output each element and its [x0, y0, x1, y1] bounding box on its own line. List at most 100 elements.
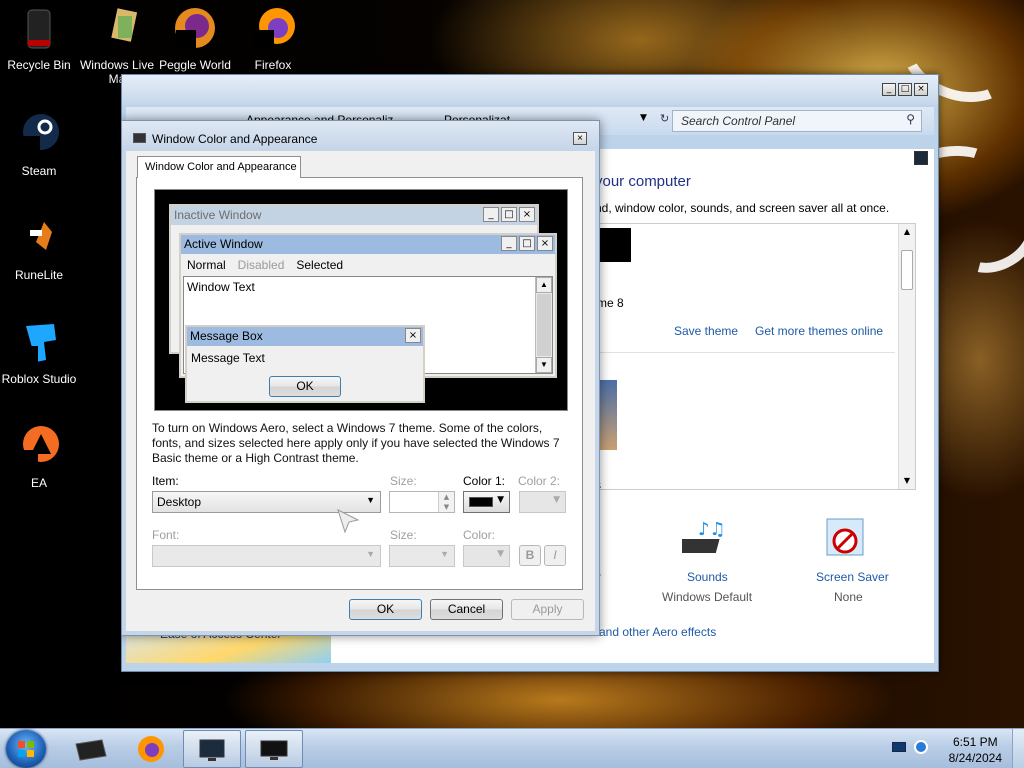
refresh-icon[interactable]: ↻ — [660, 112, 669, 125]
message-box-preview[interactable]: Message Box × Message Text OK — [185, 325, 425, 403]
scroll-down-arrow[interactable]: ▼ — [899, 473, 915, 489]
search-icon: ⚲ — [906, 112, 915, 126]
font-label: Font: — [152, 528, 180, 542]
monitor-icon — [199, 739, 225, 761]
chevron-down-icon: ▼ — [366, 549, 375, 559]
monitor-icon — [133, 133, 146, 143]
color1-label: Color 1: — [463, 474, 506, 488]
close-icon: × — [537, 236, 553, 251]
dialog-body: Window Color and Appearance Inactive Win… — [126, 151, 595, 631]
start-button[interactable] — [6, 730, 46, 768]
theme-thumbnail[interactable] — [599, 228, 631, 262]
desktop-icon-ea[interactable]: EA — [0, 424, 78, 490]
get-more-themes-link[interactable]: Get more themes online — [755, 324, 883, 338]
appearance-preview[interactable]: Inactive Window _ □ × Active Window _ □ … — [154, 189, 568, 411]
taskbar-window-color[interactable] — [245, 730, 303, 768]
chevron-down-icon: ▼ — [366, 495, 375, 505]
show-desktop-button[interactable] — [1012, 729, 1024, 768]
firefox-icon — [250, 6, 296, 52]
monitor-icon — [260, 740, 288, 760]
taskbar-firefox[interactable] — [122, 730, 180, 768]
ok-button[interactable]: OK — [349, 599, 422, 620]
divider — [595, 352, 895, 353]
roblox-studio-icon — [16, 320, 62, 366]
mouse-cursor-icon — [336, 508, 360, 534]
screen-saver-icon[interactable] — [823, 515, 867, 563]
item-size-stepper[interactable]: ▲ ▼ — [389, 491, 455, 513]
message-text: Message Text — [191, 351, 265, 365]
peggle-icon — [172, 6, 218, 52]
scroll-down-arrow[interactable]: ▼ — [536, 357, 552, 373]
italic-toggle[interactable]: I — [544, 545, 566, 566]
maximize-icon: □ — [501, 207, 517, 222]
minimize-icon: _ — [501, 236, 517, 251]
page-subheading: nd, window color, sounds, and screen sav… — [595, 201, 890, 215]
item-label: Item: — [152, 474, 179, 488]
help-icon[interactable] — [914, 151, 928, 165]
font-size-dropdown[interactable]: ▼ — [389, 545, 455, 567]
desktop-icon-recycle-bin[interactable]: Recycle Bin — [0, 6, 78, 72]
font-size-label: Size: — [390, 528, 417, 542]
screen-saver-value: None — [834, 590, 863, 604]
window-color-dialog: Window Color and Appearance × Window Col… — [121, 120, 600, 636]
desktop-icon-runelite[interactable]: RuneLite — [0, 216, 78, 282]
ea-icon — [16, 424, 62, 470]
screen-saver-link[interactable]: Screen Saver — [816, 570, 889, 584]
apply-button[interactable]: Apply — [511, 599, 584, 620]
aero-description: To turn on Windows Aero, select a Window… — [152, 421, 560, 465]
windows-logo-icon — [18, 741, 34, 757]
sounds-icon[interactable]: ♪♫ — [675, 515, 732, 565]
maximize-button[interactable]: □ — [898, 83, 912, 96]
page-heading: your computer — [595, 173, 691, 190]
message-box-ok-button[interactable]: OK — [269, 376, 341, 397]
clock[interactable]: 6:51 PM 8/24/2024 — [949, 734, 1002, 766]
close-button[interactable]: × — [573, 132, 587, 145]
color1-picker[interactable]: ▼ — [463, 491, 510, 513]
sounds-link[interactable]: Sounds — [687, 570, 728, 584]
save-theme-link[interactable]: Save theme — [674, 324, 738, 338]
search-input[interactable]: Search Control Panel ⚲ — [672, 110, 922, 132]
menu-disabled[interactable]: Disabled — [232, 256, 291, 274]
desktop-icon-steam[interactable]: Steam — [0, 112, 78, 178]
dialog-titlebar[interactable]: Window Color and Appearance × — [122, 121, 599, 149]
bluetooth-icon[interactable] — [914, 740, 928, 754]
scroll-up-arrow[interactable]: ▲ — [899, 224, 915, 240]
font-color-picker[interactable]: ▼ — [463, 545, 510, 567]
scroll-thumb[interactable] — [537, 294, 551, 356]
tab-window-color[interactable]: Window Color and Appearance — [137, 156, 301, 178]
clock-time: 6:51 PM — [952, 735, 998, 749]
minimize-button[interactable]: _ — [882, 83, 896, 96]
bold-toggle[interactable]: B — [519, 545, 541, 566]
themes-scrollbar[interactable]: ▲ ▼ — [898, 224, 915, 489]
maximize-icon: □ — [519, 236, 535, 251]
clock-date: 8/24/2024 — [948, 751, 1002, 765]
color2-picker[interactable]: ▼ — [519, 491, 566, 513]
chevron-down-icon[interactable]: ▼ — [640, 113, 647, 123]
desktop-icon-roblox-studio[interactable]: Roblox Studio — [0, 320, 78, 386]
themes-list[interactable]: me 8 Save theme Get more themes online s… — [594, 223, 916, 492]
menu-selected[interactable]: Selected — [290, 256, 349, 274]
desktop-icon-firefox[interactable]: Firefox — [234, 6, 312, 72]
theme-thumbnail[interactable] — [597, 380, 617, 450]
network-icon[interactable] — [892, 742, 906, 752]
desktop-icon-peggle[interactable]: Peggle World — [156, 6, 234, 72]
dialog-title: Window Color and Appearance — [152, 132, 318, 146]
preview-menu: Normal Disabled Selected — [181, 256, 555, 274]
preview-scrollbar[interactable]: ▲ ▼ — [535, 277, 552, 373]
cancel-button[interactable]: Cancel — [430, 599, 503, 620]
control-panel-titlebar: _ □ × — [122, 75, 938, 105]
close-icon: × — [405, 328, 421, 343]
sounds-value: Windows Default — [662, 590, 753, 604]
taskbar-control-panel[interactable] — [183, 730, 241, 768]
scroll-up-arrow[interactable]: ▲ — [536, 277, 552, 293]
font-dropdown[interactable]: ▼ — [152, 545, 381, 567]
active-window-title: Active Window — [181, 235, 555, 254]
window-text: Window Text — [187, 280, 255, 294]
menu-normal[interactable]: Normal — [181, 256, 232, 274]
aero-effects-link[interactable]: and other Aero effects — [599, 625, 716, 639]
system-tray: 6:51 PM 8/24/2024 — [886, 729, 1024, 768]
spin-arrows-icon[interactable]: ▲ ▼ — [438, 492, 454, 512]
taskbar-explorer[interactable] — [62, 730, 120, 768]
scroll-thumb[interactable] — [901, 250, 913, 290]
close-button[interactable]: × — [914, 83, 928, 96]
